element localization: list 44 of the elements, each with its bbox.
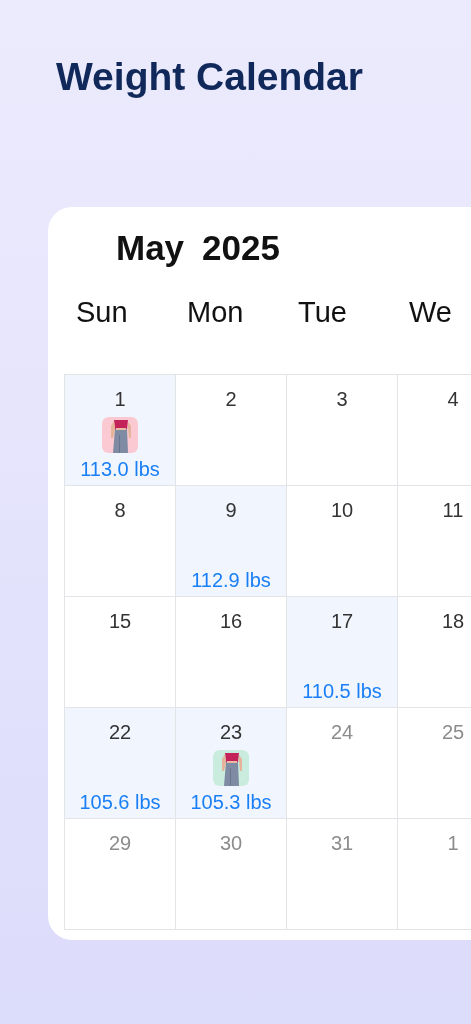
day-number: 31 [330, 830, 354, 855]
day-number: 11 [442, 497, 464, 522]
day-number: 8 [114, 497, 126, 522]
day-number: 22 [108, 719, 132, 744]
day-number: 24 [330, 719, 354, 744]
weight-label: 113.0 lbs [80, 456, 160, 481]
day-number: 18 [441, 608, 465, 633]
weight-label: 105.3 lbs [190, 789, 272, 814]
day-cell[interactable]: 18 [398, 596, 471, 708]
day-cell[interactable]: 11 [398, 485, 471, 597]
weight-label: 105.6 lbs [79, 789, 161, 814]
weekday-header: We [408, 294, 453, 330]
day-cell[interactable]: 4 [398, 374, 471, 486]
day-number: 2 [225, 386, 237, 411]
day-number: 25 [441, 719, 465, 744]
day-cell[interactable]: 3 [287, 374, 398, 486]
year-label[interactable]: 2025 [202, 226, 280, 269]
weekday-header: Tue [297, 294, 348, 330]
weight-label: 112.9 lbs [191, 567, 271, 592]
day-number: 1 [447, 830, 459, 855]
day-number: 23 [219, 719, 243, 744]
page-title: Weight Calendar [55, 54, 364, 99]
day-cell[interactable]: 22 105.6 lbs [65, 707, 176, 819]
weekday-header: Sun [75, 294, 129, 330]
day-number: 1 [114, 386, 126, 411]
day-cell[interactable]: 15 [65, 596, 176, 708]
day-number: 10 [330, 497, 354, 522]
day-number: 30 [219, 830, 243, 855]
day-cell[interactable]: 23 105.3 lbs [176, 707, 287, 819]
weekday-header: Mon [186, 294, 245, 330]
month-label[interactable]: May [116, 226, 185, 269]
day-cell[interactable]: 2 [176, 374, 287, 486]
day-number: 4 [447, 386, 459, 411]
day-number: 17 [330, 608, 354, 633]
day-number: 3 [336, 386, 348, 411]
day-number: 15 [108, 608, 132, 633]
day-number: 29 [108, 830, 132, 855]
day-cell[interactable]: 1 113.0 lbs [65, 374, 176, 486]
day-number: 16 [219, 608, 243, 633]
day-cell[interactable]: 9 112.9 lbs [176, 485, 287, 597]
day-cell[interactable]: 17 110.5 lbs [287, 596, 398, 708]
weight-label: 110.5 lbs [302, 678, 382, 703]
day-cell[interactable]: 10 [287, 485, 398, 597]
day-number: 9 [225, 497, 237, 522]
